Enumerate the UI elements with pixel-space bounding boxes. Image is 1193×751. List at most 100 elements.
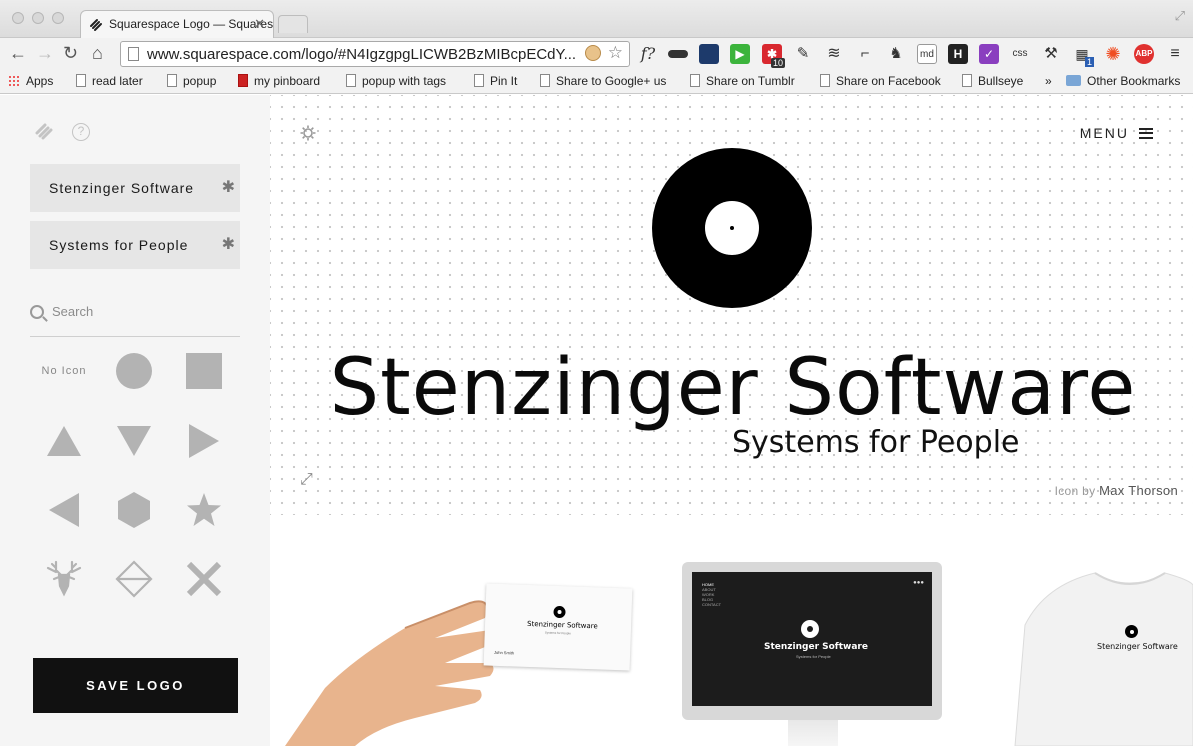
fquery-extension-icon[interactable]: f? <box>638 44 658 64</box>
deer-head-icon[interactable] <box>34 549 94 609</box>
page-icon <box>474 74 484 87</box>
bookmark-other-bookmarks[interactable]: Other Bookmarks <box>1066 74 1180 88</box>
bookmarks-bar: Apps read later popup my pinboard popup … <box>0 70 1193 94</box>
bookmark-my-pinboard[interactable]: my pinboard <box>238 74 320 88</box>
buffer-extension-icon[interactable]: ≋ <box>824 44 844 64</box>
page-icon <box>128 47 139 61</box>
pen-extension-icon[interactable]: ✎ <box>793 44 813 64</box>
pinboard-icon <box>238 74 248 87</box>
circle-icon[interactable] <box>104 341 164 401</box>
square-icon[interactable] <box>174 341 234 401</box>
browser-tab[interactable]: Squarespace Logo — Squarespace ✕ <box>80 10 274 38</box>
triangle-down-icon[interactable] <box>104 411 164 471</box>
chrome-menu-icon[interactable]: ≡ <box>1165 44 1185 64</box>
page-icon <box>820 74 830 87</box>
bookmark-star-icon[interactable]: ☆ <box>608 43 623 63</box>
logo-preview-canvas: MENU Stenzinger Software Systems for Peo… <box>270 95 1193 747</box>
monitor-mockup: HOME ABOUT WORK BLOG CONTACT ●●● Stenzin… <box>682 562 942 720</box>
logo-title-field[interactable]: Stenzinger Software ✱ <box>30 164 240 212</box>
css-extension-icon[interactable]: css <box>1010 44 1030 64</box>
hacker-news-extension-icon[interactable]: H <box>948 44 968 64</box>
bookmark-share-tumblr[interactable]: Share on Tumblr <box>690 74 795 88</box>
fullscreen-icon[interactable]: ⤢ <box>1175 8 1185 24</box>
expand-icon[interactable]: ⤢ <box>300 471 313 489</box>
bookmark-popup[interactable]: popup <box>167 74 216 88</box>
page-icon <box>690 74 700 87</box>
bookmarks-overflow-chevron[interactable]: » <box>1045 74 1052 88</box>
screen-social-icons: ●●● <box>913 580 924 586</box>
icon-search-input[interactable] <box>52 304 232 319</box>
x-icon[interactable] <box>174 549 234 609</box>
logo-tagline-field[interactable]: Systems for People ✱ <box>30 221 240 269</box>
triangle-up-icon[interactable] <box>34 411 94 471</box>
browser-titlebar: Squarespace Logo — Squarespace ✕ ⤢ <box>0 0 1193 38</box>
screen-tagline: Systems for People <box>796 654 831 659</box>
page-icon <box>346 74 356 87</box>
squarespace-logo-icon[interactable] <box>34 122 56 140</box>
logo-title-field-text: Stenzinger Software <box>49 180 195 196</box>
card-logo-icon <box>553 605 566 619</box>
diamond-icon[interactable] <box>104 549 164 609</box>
title-settings-gear-icon[interactable]: ✱ <box>222 177 236 197</box>
icon-search <box>30 300 240 337</box>
ruler-extension-icon[interactable]: ⌐ <box>855 44 875 64</box>
evernote-extension-icon[interactable]: ♞ <box>886 44 906 64</box>
minimize-window-button[interactable] <box>32 12 44 24</box>
cookie-extension-icon[interactable] <box>585 45 601 61</box>
squarespace-favicon-icon <box>90 19 102 31</box>
screen-title: Stenzinger Software <box>764 642 868 652</box>
triangle-right-icon[interactable] <box>174 411 234 471</box>
forward-icon[interactable]: → <box>36 43 54 63</box>
card-title: Stenzinger Software <box>526 619 598 631</box>
icon-credit: Icon by Max Thorson <box>1054 483 1178 498</box>
bookmark-popup-with-tags[interactable]: popup with tags <box>346 74 446 88</box>
no-icon-option[interactable]: No Icon <box>34 341 94 401</box>
wrench-extension-icon[interactable]: ⚒ <box>1041 44 1061 64</box>
adblock-extension-icon[interactable]: ABP <box>1134 44 1154 64</box>
triangle-left-icon[interactable] <box>34 480 94 540</box>
zapier-extension-icon[interactable]: ✺ <box>1103 44 1123 64</box>
screen-logo-icon <box>801 620 819 638</box>
logo-title[interactable]: Stenzinger Software <box>270 343 1193 433</box>
markdown-extension-icon[interactable]: md <box>917 44 937 64</box>
gear-icon[interactable] <box>300 125 316 141</box>
screen-nav: HOME ABOUT WORK BLOG CONTACT <box>702 582 722 607</box>
zoom-window-button[interactable] <box>52 12 64 24</box>
menu-button[interactable]: MENU <box>1080 125 1153 141</box>
close-window-button[interactable] <box>12 12 24 24</box>
folder-icon <box>1066 75 1081 86</box>
logo-tagline-field-text: Systems for People <box>49 237 189 253</box>
icon-author-name[interactable]: Max Thorson <box>1099 483 1178 498</box>
save-logo-button[interactable]: SAVE LOGO <box>33 658 238 713</box>
vinyl-record-logo-icon <box>652 148 812 308</box>
new-tab-button[interactable] <box>278 15 308 33</box>
card-contact-name: John Smith <box>493 649 515 656</box>
play-extension-icon[interactable]: ▶ <box>730 44 750 64</box>
bookmark-share-google[interactable]: Share to Google+ us <box>540 74 666 88</box>
tagline-settings-gear-icon[interactable]: ✱ <box>222 234 236 254</box>
todoist-extension-icon[interactable]: ✓ <box>979 44 999 64</box>
shirt-logo-icon <box>1125 625 1138 638</box>
bookmark-pin-it[interactable]: Pin It <box>474 74 517 88</box>
no-icon-label: No Icon <box>41 365 87 377</box>
bookmark-share-facebook[interactable]: Share on Facebook <box>820 74 941 88</box>
star-icon[interactable] <box>174 480 234 540</box>
clipper-badge-count: 1 <box>1085 57 1095 67</box>
bookmark-read-later[interactable]: read later <box>76 74 143 88</box>
hamburger-icon <box>1139 127 1153 139</box>
bookmark-bullseye[interactable]: Bullseye <box>962 74 1023 88</box>
hexagon-icon[interactable] <box>104 480 164 540</box>
apps-grid-icon <box>8 75 20 87</box>
home-icon[interactable]: ⌂ <box>92 43 103 63</box>
back-icon[interactable]: ← <box>9 43 27 63</box>
extension-badge-count: 10 <box>771 58 786 68</box>
reload-icon[interactable]: ↻ <box>63 43 78 63</box>
bookmark-apps[interactable]: Apps <box>8 74 53 88</box>
arrow-extension-icon[interactable] <box>699 44 719 64</box>
help-icon[interactable]: ? <box>72 123 90 141</box>
tab-close-icon[interactable]: ✕ <box>254 16 265 32</box>
address-bar[interactable]: www.squarespace.com/logo/#N4IgzgpgLICWB2… <box>120 41 630 67</box>
tab-title: Squarespace Logo — Squarespace <box>109 17 274 31</box>
mask-extension-icon[interactable] <box>668 50 688 58</box>
logo-tagline[interactable]: Systems for People <box>732 425 1020 460</box>
